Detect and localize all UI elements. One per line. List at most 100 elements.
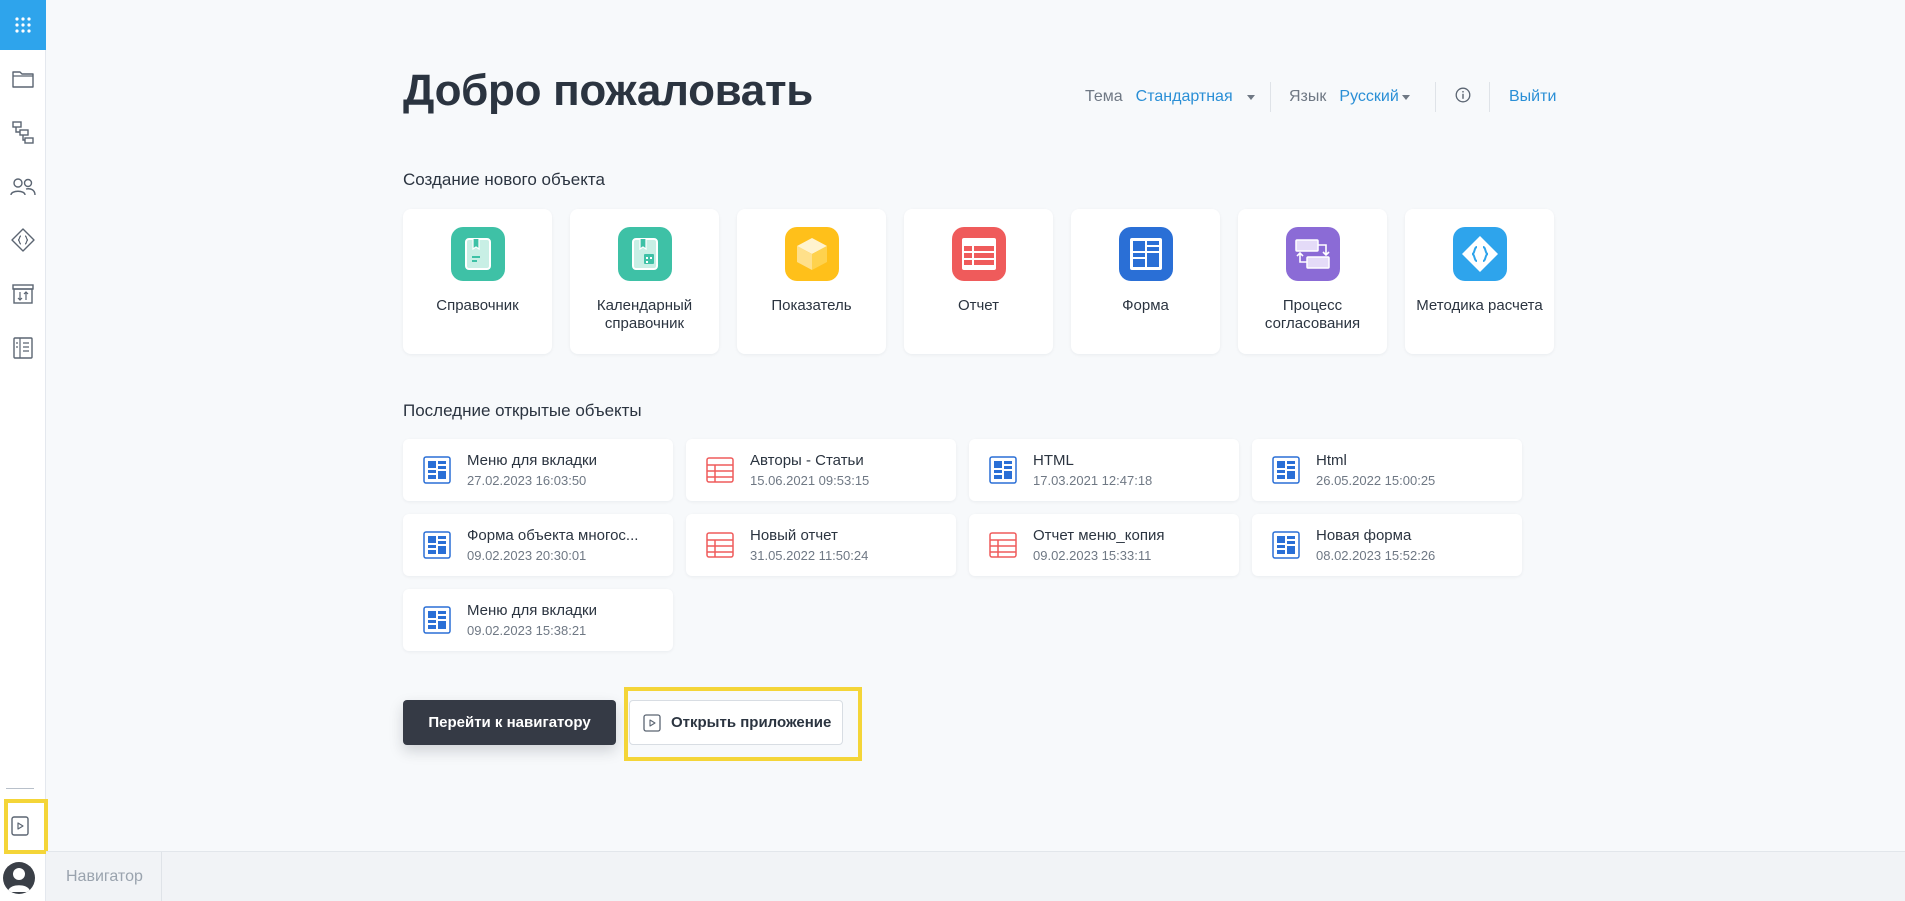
create-card-label: Методика расчета [1416, 297, 1543, 314]
sidebar-item-archive[interactable] [0, 274, 46, 314]
go-to-navigator-button[interactable]: Перейти к навигатору [403, 700, 616, 745]
dictionary-icon [450, 227, 505, 281]
play-app-icon [11, 816, 29, 836]
form-icon [1272, 531, 1300, 559]
recent-item-name: Html [1316, 452, 1347, 469]
recent-objects-grid: Меню для вкладки 27.02.2023 16:03:50 Авт… [403, 439, 1522, 651]
code-diamond-icon [11, 228, 35, 252]
form-icon [989, 456, 1017, 484]
recent-item-date: 09.02.2023 15:33:11 [1033, 548, 1152, 563]
open-app-button[interactable]: Открыть приложение [629, 700, 843, 745]
report-icon [989, 532, 1017, 558]
recent-item-date: 17.03.2021 12:47:18 [1033, 473, 1153, 488]
create-card-label: Отчет [957, 297, 1000, 314]
recent-item-name: HTML [1033, 452, 1074, 469]
create-card-label: Справочник [436, 297, 519, 314]
calendar-dictionary-icon [617, 227, 672, 281]
language-selector[interactable]: Язык Русский [1289, 88, 1410, 106]
recent-item[interactable]: Авторы - Статьи 15.06.2021 09:53:15 [686, 439, 956, 501]
recent-item[interactable]: Html 26.05.2022 15:00:25 [1252, 439, 1522, 501]
report-table-icon [951, 227, 1006, 281]
left-sidebar [0, 0, 48, 901]
form-icon [423, 456, 451, 484]
language-label: Язык [1289, 88, 1327, 105]
folder-icon [12, 71, 34, 88]
bottom-tab-bar: Навигатор [46, 851, 1905, 901]
user-avatar-icon [8, 868, 30, 892]
info-button[interactable] [1455, 87, 1471, 108]
sidebar-item-open-app[interactable] [0, 806, 40, 846]
recent-item[interactable]: Новая форма 08.02.2023 15:52:26 [1252, 514, 1522, 576]
recent-item-name: Меню для вкладки [467, 452, 597, 469]
process-flow-icon [1285, 227, 1340, 281]
create-card-label: Показатель [771, 297, 852, 314]
recent-item[interactable]: Новый отчет 31.05.2022 11:50:24 [686, 514, 956, 576]
hierarchy-icon [12, 121, 34, 144]
logout-label[interactable]: Выйти [1509, 88, 1556, 106]
apps-grid-icon [15, 17, 31, 33]
create-card-label: Форма [1122, 297, 1169, 314]
language-value[interactable]: Русский [1339, 88, 1398, 106]
create-card-calc-method[interactable]: Методика расчета [1405, 209, 1554, 354]
info-icon [1455, 87, 1471, 103]
recent-item-name: Новая форма [1316, 527, 1412, 544]
create-card-label: Календарный справочник [596, 297, 693, 332]
recent-item-date: 09.02.2023 15:38:21 [467, 623, 587, 638]
create-card-approval-process[interactable]: Процесс согласования [1238, 209, 1387, 354]
chevron-down-icon [1246, 94, 1255, 100]
recent-item-date: 26.05.2022 15:00:25 [1316, 473, 1436, 488]
sidebar-item-folder[interactable] [0, 59, 46, 99]
header-divider [1489, 82, 1490, 112]
recent-item-name: Меню для вкладки [467, 602, 597, 619]
recent-item-date: 09.02.2023 20:30:01 [467, 548, 587, 563]
book-icon [13, 337, 33, 359]
open-app-label: Открыть приложение [671, 714, 832, 731]
recent-item-name: Новый отчет [750, 527, 838, 544]
theme-selector[interactable]: Тема Стандартная [1085, 88, 1255, 106]
sidebar-item-docs[interactable] [0, 328, 46, 368]
create-card-calendar-dictionary[interactable]: Календарный справочник [570, 209, 719, 354]
recent-item-date: 31.05.2022 11:50:24 [750, 548, 869, 563]
recent-item[interactable]: Форма объекта многос... 09.02.2023 20:30… [403, 514, 673, 576]
recent-item-date: 08.02.2023 15:52:26 [1316, 548, 1436, 563]
form-layout-icon [1118, 227, 1173, 281]
theme-value[interactable]: Стандартная [1136, 88, 1233, 106]
theme-label: Тема [1085, 88, 1123, 105]
user-avatar[interactable] [3, 862, 35, 894]
create-card-indicator[interactable]: Показатель [737, 209, 886, 354]
create-card-form[interactable]: Форма [1071, 209, 1220, 354]
sidebar-item-users[interactable] [0, 167, 46, 207]
logout-link[interactable]: Выйти [1509, 88, 1556, 106]
create-card-dictionary[interactable]: Справочник [403, 209, 552, 354]
report-icon [706, 532, 734, 558]
create-card-label: Процесс согласования [1264, 297, 1361, 332]
recent-item-name: Авторы - Статьи [750, 452, 864, 469]
recent-item[interactable]: Меню для вкладки 09.02.2023 15:38:21 [403, 589, 673, 651]
page-title: Добро пожаловать [403, 66, 813, 115]
code-braces-icon [1452, 227, 1507, 281]
header-divider [1435, 82, 1436, 112]
sidebar-item-hierarchy[interactable] [0, 112, 46, 152]
recent-item[interactable]: Отчет меню_копия 09.02.2023 15:33:11 [969, 514, 1239, 576]
cube-icon [784, 227, 839, 281]
form-icon [1272, 456, 1300, 484]
recent-section-title: Последние открытые объекты [403, 401, 642, 420]
archive-transfer-icon [12, 284, 34, 304]
recent-item-name: Форма объекта многос... [467, 527, 639, 544]
create-section-title: Создание нового объекта [403, 170, 605, 189]
create-card-report[interactable]: Отчет [904, 209, 1053, 354]
recent-item-date: 27.02.2023 16:03:50 [467, 473, 587, 488]
recent-item[interactable]: Меню для вкладки 27.02.2023 16:03:50 [403, 439, 673, 501]
recent-item-name: Отчет меню_копия [1033, 527, 1165, 544]
header-divider [1270, 82, 1271, 112]
report-icon [706, 457, 734, 483]
chevron-down-icon [1401, 94, 1410, 100]
apps-grid-button[interactable] [0, 0, 46, 50]
recent-item[interactable]: HTML 17.03.2021 12:47:18 [969, 439, 1239, 501]
users-icon [10, 178, 36, 196]
sidebar-item-methods[interactable] [0, 220, 46, 260]
sidebar-divider [6, 788, 34, 789]
tab-navigator[interactable]: Навигатор [46, 852, 162, 901]
recent-item-date: 15.06.2021 09:53:15 [750, 473, 870, 488]
play-app-icon [643, 713, 661, 732]
